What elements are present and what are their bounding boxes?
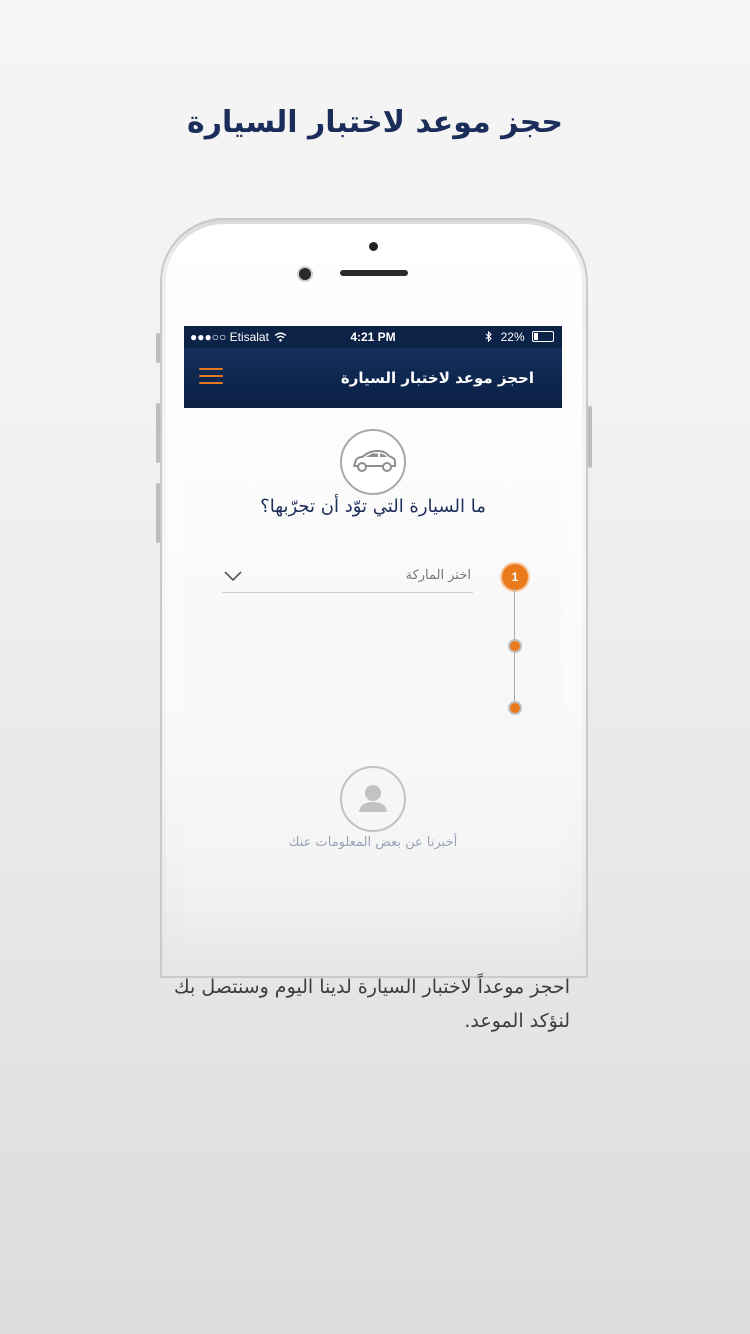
brand-select-placeholder: اختر الماركة bbox=[405, 568, 471, 583]
car-question: ما السيارة التي توّد أن تجرّبها؟ bbox=[260, 496, 486, 517]
promo-title: حجز موعد لاختبار السيارة bbox=[187, 105, 563, 140]
nav-title: احجز موعد لاختبار السيارة bbox=[340, 369, 534, 387]
volume-up-button bbox=[156, 403, 160, 463]
earpiece-speaker bbox=[340, 270, 408, 276]
navigation-bar: احجز موعد لاختبار السيارة bbox=[184, 348, 562, 408]
personal-info-label: أخبرنا عن بعض المعلومات عنك bbox=[288, 835, 458, 850]
step-3-dot bbox=[510, 703, 520, 713]
step-1-badge: 1 bbox=[502, 564, 528, 590]
app-screen: ●●●○○ Etisalat 4:21 PM 22% احجز موعد لاخ… bbox=[184, 326, 562, 966]
battery-percent: 22% bbox=[500, 330, 525, 344]
car-icon bbox=[340, 429, 406, 495]
status-bar: ●●●○○ Etisalat 4:21 PM 22% bbox=[184, 326, 562, 348]
user-icon bbox=[340, 766, 406, 832]
front-camera bbox=[299, 268, 311, 280]
mute-switch bbox=[156, 333, 160, 363]
step-2-dot bbox=[510, 641, 520, 651]
power-button bbox=[588, 406, 592, 468]
promo-caption: احجز موعداً لاختبار السيارة لدينا اليوم … bbox=[174, 976, 570, 1032]
brand-select-dropdown[interactable]: اختر الماركة bbox=[222, 566, 473, 593]
battery-icon bbox=[532, 331, 554, 342]
bluetooth-icon bbox=[485, 330, 493, 343]
status-right-group: 22% bbox=[485, 330, 554, 344]
volume-down-button bbox=[156, 483, 160, 543]
chevron-down-icon bbox=[224, 571, 242, 582]
proximity-sensor bbox=[369, 242, 378, 251]
hamburger-menu-icon[interactable] bbox=[199, 368, 223, 386]
